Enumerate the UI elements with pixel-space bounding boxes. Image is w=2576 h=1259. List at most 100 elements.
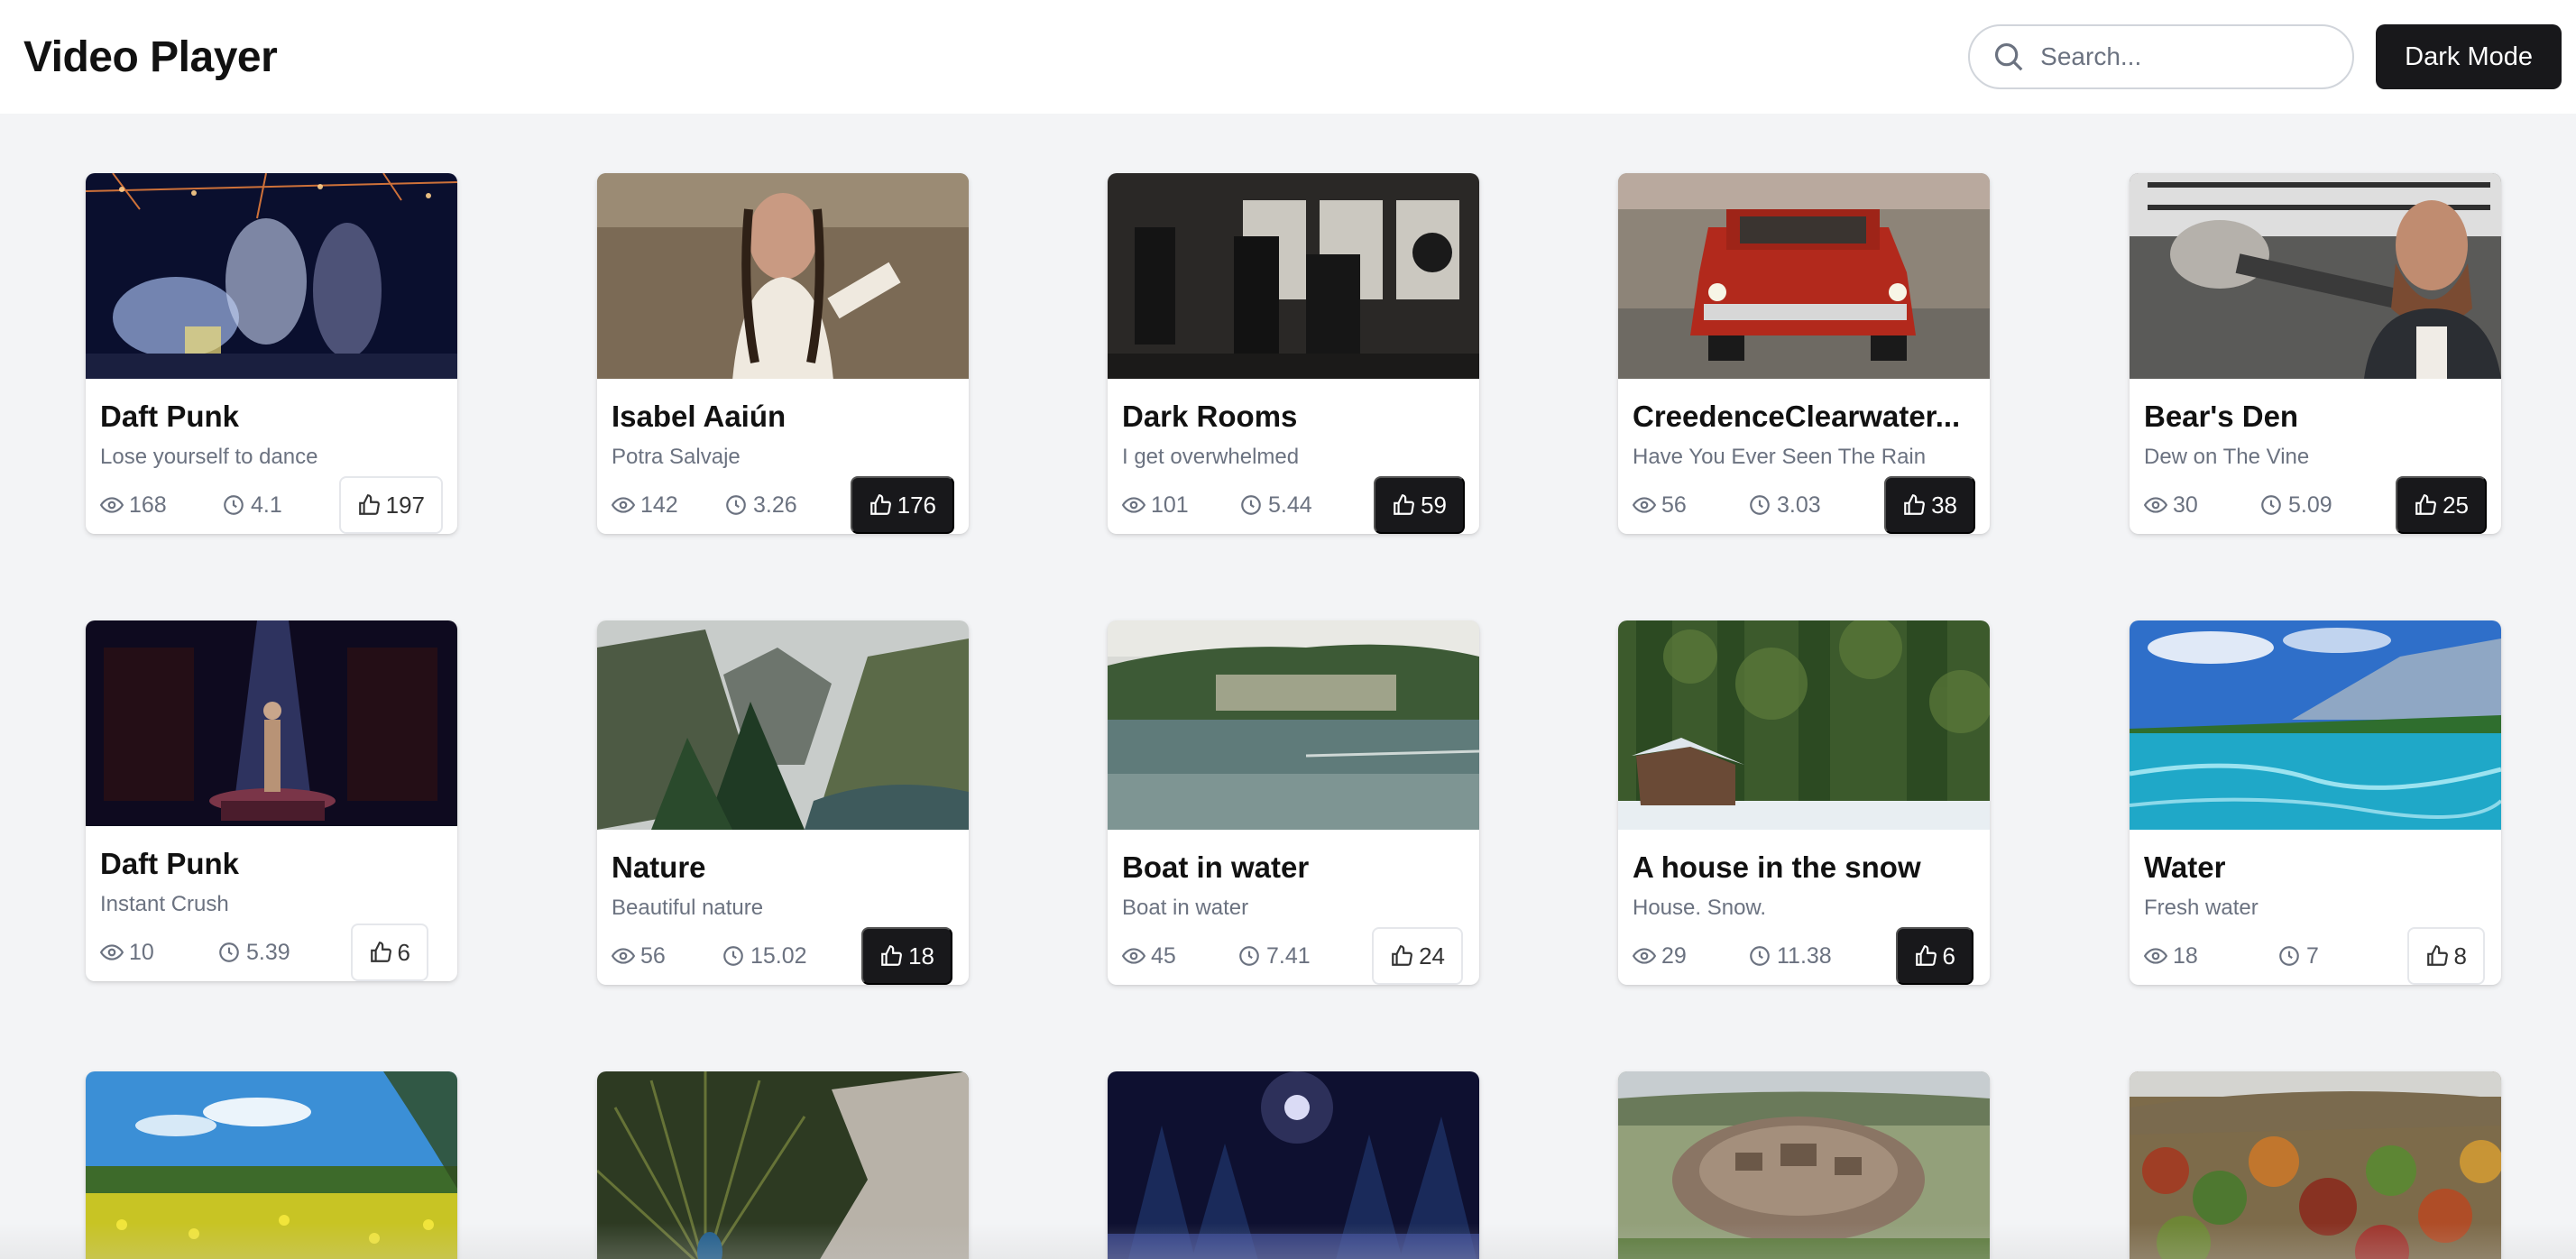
views-stat: 45 bbox=[1122, 943, 1176, 970]
video-thumbnail[interactable] bbox=[1618, 620, 1990, 830]
duration-value: 5.39 bbox=[246, 939, 290, 965]
like-button[interactable]: 176 bbox=[850, 476, 954, 534]
views-stat: 56 bbox=[612, 943, 666, 970]
like-count: 197 bbox=[385, 491, 425, 519]
video-thumbnail[interactable] bbox=[597, 620, 969, 830]
views-stat: 101 bbox=[1122, 492, 1189, 519]
video-thumbnail[interactable] bbox=[1108, 1071, 1479, 1259]
video-card[interactable] bbox=[86, 1071, 457, 1259]
eye-icon bbox=[1633, 948, 1656, 964]
like-button[interactable]: 6 bbox=[1895, 927, 1973, 985]
video-card[interactable]: Daft Punk Instant Crush 10 5.39 6 bbox=[86, 620, 457, 981]
like-button[interactable]: 25 bbox=[2396, 476, 2487, 534]
clock-icon bbox=[1750, 946, 1770, 966]
video-card[interactable] bbox=[597, 1071, 969, 1259]
video-thumbnail[interactable] bbox=[86, 173, 457, 379]
video-thumbnail[interactable] bbox=[2130, 620, 2501, 830]
eye-icon bbox=[1122, 497, 1145, 513]
video-card[interactable]: CreedenceClearwater... Have You Ever See… bbox=[1618, 173, 1990, 534]
views-stat: 29 bbox=[1633, 943, 1687, 970]
search-icon bbox=[1995, 42, 2023, 71]
video-subtitle: Boat in water bbox=[1122, 896, 1249, 920]
video-stats: 56 3.03 38 bbox=[1633, 476, 1975, 534]
like-button[interactable]: 8 bbox=[2406, 927, 2485, 985]
video-card[interactable]: Nature Beautiful nature 56 15.02 18 bbox=[597, 620, 969, 985]
video-thumbnail[interactable] bbox=[1618, 173, 1990, 379]
views-count: 30 bbox=[2173, 492, 2198, 518]
views-count: 168 bbox=[129, 492, 167, 518]
thumbs-up-icon bbox=[1915, 945, 1937, 966]
video-card[interactable]: Boat in water Boat in water 45 7.41 24 bbox=[1108, 620, 1479, 985]
video-thumbnail[interactable] bbox=[86, 620, 457, 826]
duration-value: 5.44 bbox=[1268, 492, 1312, 518]
duration-value: 7.41 bbox=[1266, 942, 1311, 969]
duration-stat: 5.44 bbox=[1239, 492, 1312, 519]
video-thumbnail[interactable] bbox=[1108, 620, 1479, 830]
duration-stat: 4.1 bbox=[222, 492, 282, 519]
thumbs-up-icon bbox=[2415, 494, 2436, 515]
eye-icon bbox=[100, 944, 124, 960]
clock-icon bbox=[1241, 495, 1261, 515]
like-count: 176 bbox=[897, 491, 936, 519]
thumbs-up-icon bbox=[358, 494, 380, 515]
video-title: A house in the snow bbox=[1633, 850, 1921, 884]
like-button[interactable]: 197 bbox=[338, 476, 443, 534]
video-thumbnail[interactable] bbox=[597, 173, 969, 379]
video-card[interactable]: Dark Rooms I get overwhelmed 101 5.44 59 bbox=[1108, 173, 1479, 534]
eye-icon bbox=[612, 948, 635, 964]
video-title: Isabel Aaiún bbox=[612, 400, 787, 433]
search-input[interactable] bbox=[2040, 42, 2330, 71]
clock-icon bbox=[2261, 495, 2281, 515]
video-title: Daft Punk bbox=[100, 847, 240, 880]
search-box[interactable] bbox=[1968, 24, 2355, 89]
top-right-controls: Dark Mode bbox=[1968, 24, 2562, 89]
video-thumbnail[interactable] bbox=[86, 1071, 457, 1259]
video-title: Water bbox=[2144, 850, 2226, 884]
video-stats: 168 4.1 197 bbox=[100, 476, 443, 534]
video-thumbnail[interactable] bbox=[2130, 173, 2501, 379]
eye-icon bbox=[1122, 948, 1145, 964]
video-thumbnail[interactable] bbox=[1108, 173, 1479, 379]
video-card[interactable] bbox=[1108, 1071, 1479, 1259]
views-stat: 168 bbox=[100, 492, 167, 519]
like-button[interactable]: 38 bbox=[1884, 476, 1975, 534]
duration-stat: 7.41 bbox=[1237, 943, 1311, 970]
video-title: Boat in water bbox=[1122, 850, 1310, 884]
video-subtitle: Potra Salvaje bbox=[612, 445, 741, 469]
video-card[interactable]: Isabel Aaiún Potra Salvaje 142 3.26 176 bbox=[597, 173, 969, 534]
views-count: 56 bbox=[640, 942, 666, 969]
video-card[interactable]: Daft Punk Lose yourself to dance 168 4.1… bbox=[86, 173, 457, 534]
views-stat: 56 bbox=[1633, 492, 1687, 519]
video-subtitle: House. Snow. bbox=[1633, 896, 1767, 920]
like-button[interactable]: 6 bbox=[350, 924, 428, 981]
clock-icon bbox=[224, 495, 244, 515]
video-thumbnail[interactable] bbox=[1618, 1071, 1990, 1259]
like-button[interactable]: 59 bbox=[1374, 476, 1465, 534]
video-subtitle: Fresh water bbox=[2144, 896, 2259, 920]
video-thumbnail[interactable] bbox=[2130, 1071, 2501, 1259]
views-stat: 30 bbox=[2144, 492, 2198, 519]
like-count: 8 bbox=[2453, 942, 2467, 970]
video-thumbnail[interactable] bbox=[597, 1071, 969, 1259]
video-card[interactable] bbox=[2130, 1071, 2501, 1259]
views-stat: 18 bbox=[2144, 943, 2198, 970]
video-title: Nature bbox=[612, 850, 706, 884]
like-button[interactable]: 18 bbox=[861, 927, 952, 985]
dark-mode-button[interactable]: Dark Mode bbox=[2376, 24, 2562, 89]
video-title: Bear's Den bbox=[2144, 400, 2299, 433]
clock-icon bbox=[723, 946, 743, 966]
duration-value: 5.09 bbox=[2288, 492, 2332, 518]
views-count: 101 bbox=[1151, 492, 1189, 518]
video-card[interactable]: Bear's Den Dew on The Vine 30 5.09 25 bbox=[2130, 173, 2501, 534]
like-count: 6 bbox=[397, 938, 410, 966]
video-card[interactable] bbox=[1618, 1071, 1990, 1259]
video-card[interactable]: A house in the snow House. Snow. 29 11.3… bbox=[1618, 620, 1990, 985]
video-title: Daft Punk bbox=[100, 400, 240, 433]
like-count: 24 bbox=[1419, 942, 1445, 970]
thumbs-up-icon bbox=[1392, 945, 1412, 966]
video-card[interactable]: Water Fresh water 18 7 8 bbox=[2130, 620, 2501, 985]
views-stat: 142 bbox=[612, 492, 678, 519]
like-button[interactable]: 24 bbox=[1372, 927, 1463, 985]
like-count: 59 bbox=[1421, 491, 1447, 519]
clock-icon bbox=[726, 495, 746, 515]
